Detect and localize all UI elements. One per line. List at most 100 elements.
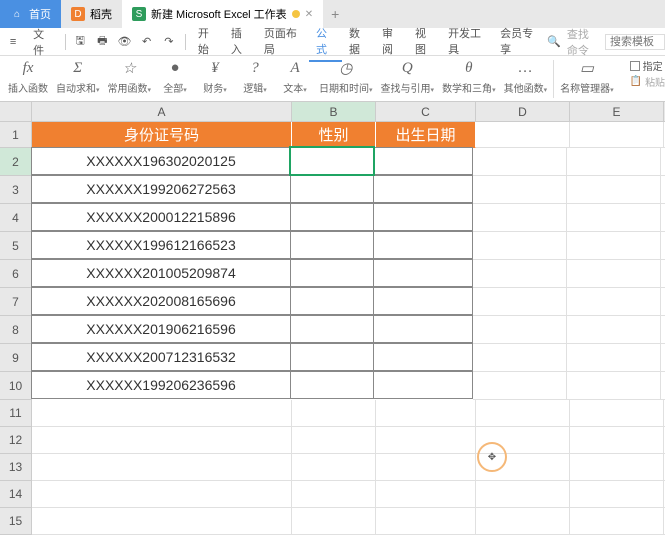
cell[interactable]: XXXXXX199612166523 <box>31 231 291 259</box>
menu-item-0[interactable]: 开始 <box>191 22 224 62</box>
ribbon-button-7[interactable]: ◷日期和时间▾ <box>315 58 377 95</box>
cell[interactable] <box>376 454 476 481</box>
paste-button[interactable]: 📋粘贴 <box>630 74 665 89</box>
cell[interactable] <box>570 508 664 535</box>
print-icon[interactable]: 🖶 <box>93 32 111 52</box>
cell[interactable] <box>292 508 376 535</box>
cell[interactable] <box>376 508 476 535</box>
row-header[interactable]: 8 <box>0 316 32 344</box>
cell[interactable]: XXXXXX200712316532 <box>31 343 291 371</box>
row-header[interactable]: 4 <box>0 204 32 232</box>
cell[interactable] <box>476 454 570 481</box>
cell[interactable] <box>661 260 665 288</box>
cell[interactable]: XXXXXX196302020125 <box>31 147 291 175</box>
menu-item-7[interactable]: 开发工具 <box>441 22 493 62</box>
cell[interactable]: XXXXXX201906216596 <box>31 315 291 343</box>
cell[interactable] <box>473 288 567 316</box>
cell[interactable] <box>661 148 665 176</box>
cell[interactable] <box>567 344 661 372</box>
cell[interactable] <box>473 204 567 232</box>
cell[interactable] <box>567 260 661 288</box>
ribbon-button-0[interactable]: fx插入函数 <box>4 58 52 95</box>
close-icon[interactable]: ✕ <box>305 9 313 20</box>
ribbon-button-11[interactable]: ▭名称管理器▾ <box>556 58 618 95</box>
cell[interactable] <box>661 232 665 260</box>
ribbon-button-1[interactable]: Σ自动求和▾ <box>52 58 104 95</box>
cell[interactable] <box>292 481 376 508</box>
cell[interactable] <box>661 204 665 232</box>
row-header[interactable]: 14 <box>0 481 32 508</box>
cell[interactable] <box>476 508 570 535</box>
cell[interactable] <box>32 400 292 427</box>
column-header[interactable]: D <box>476 102 570 122</box>
cell[interactable] <box>373 343 473 371</box>
row-header[interactable]: 1 <box>0 122 32 148</box>
ribbon-button-2[interactable]: ☆常用函数▾ <box>104 58 156 95</box>
cell[interactable] <box>661 176 665 204</box>
cell[interactable] <box>476 400 570 427</box>
cell[interactable] <box>290 315 374 343</box>
cell[interactable] <box>473 260 567 288</box>
cell[interactable] <box>292 427 376 454</box>
row-header[interactable]: 12 <box>0 427 32 454</box>
cell[interactable] <box>376 427 476 454</box>
cell[interactable]: 出生日期 <box>376 122 476 148</box>
cell[interactable] <box>373 231 473 259</box>
search-commands[interactable]: 查找命令 <box>567 26 599 58</box>
cell[interactable] <box>473 148 567 176</box>
cell[interactable] <box>373 259 473 287</box>
column-header[interactable]: C <box>376 102 476 122</box>
cell[interactable] <box>32 427 292 454</box>
cell[interactable] <box>567 232 661 260</box>
cell[interactable] <box>567 372 661 400</box>
cell[interactable] <box>661 288 665 316</box>
ribbon-button-3[interactable]: ●全部▾ <box>155 58 195 95</box>
cell[interactable] <box>290 203 374 231</box>
cell[interactable] <box>373 371 473 399</box>
cell[interactable] <box>32 454 292 481</box>
menu-item-5[interactable]: 审阅 <box>375 22 408 62</box>
cell[interactable] <box>290 371 374 399</box>
row-header[interactable]: 13 <box>0 454 32 481</box>
cell[interactable] <box>473 176 567 204</box>
save-icon[interactable]: 🖫 <box>71 32 89 52</box>
menu-item-2[interactable]: 页面布局 <box>257 22 309 62</box>
row-header[interactable]: 6 <box>0 260 32 288</box>
cell[interactable]: XXXXXX200012215896 <box>31 203 291 231</box>
cell[interactable] <box>570 454 664 481</box>
cell[interactable] <box>373 175 473 203</box>
tab-daoke[interactable]: D 稻壳 <box>61 0 122 28</box>
cell[interactable] <box>290 287 374 315</box>
row-header[interactable]: 9 <box>0 344 32 372</box>
cell[interactable] <box>476 122 570 148</box>
cell[interactable] <box>32 508 292 535</box>
row-header[interactable]: 2 <box>0 148 32 176</box>
cell[interactable] <box>567 148 661 176</box>
cell[interactable] <box>290 231 374 259</box>
cell[interactable] <box>376 400 476 427</box>
cell[interactable]: 身份证号码 <box>32 122 292 148</box>
cell[interactable] <box>570 427 664 454</box>
file-menu[interactable]: 文件 <box>26 23 60 61</box>
select-all-corner[interactable] <box>0 102 32 122</box>
cell[interactable] <box>567 288 661 316</box>
column-header[interactable]: E <box>570 102 664 122</box>
cell[interactable] <box>290 343 374 371</box>
cell[interactable] <box>473 372 567 400</box>
row-header[interactable]: 3 <box>0 176 32 204</box>
cell[interactable] <box>476 481 570 508</box>
preview-icon[interactable]: 👁 <box>115 32 133 52</box>
ribbon-button-9[interactable]: θ数学和三角▾ <box>438 58 500 95</box>
ribbon-button-4[interactable]: ¥财务▾ <box>195 58 235 95</box>
column-header[interactable]: B <box>292 102 376 122</box>
row-header[interactable]: 10 <box>0 372 32 400</box>
cell[interactable] <box>661 372 665 400</box>
cell[interactable] <box>661 344 665 372</box>
cell[interactable] <box>373 315 473 343</box>
cell[interactable] <box>473 232 567 260</box>
cell[interactable] <box>567 204 661 232</box>
undo-icon[interactable]: ↶ <box>138 32 156 52</box>
row-header[interactable]: 15 <box>0 508 32 535</box>
cell[interactable] <box>476 427 570 454</box>
cell[interactable] <box>292 400 376 427</box>
